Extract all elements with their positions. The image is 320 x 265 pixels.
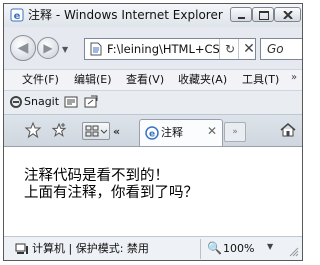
- menu-favorites[interactable]: 收藏夹(A): [178, 73, 227, 87]
- menu-file[interactable]: 文件(F): [22, 73, 59, 87]
- zoom-dropdown-icon[interactable]: ▼: [267, 242, 273, 251]
- content-text-line-1: 注释代码是看不到的！: [24, 168, 169, 184]
- search-input[interactable]: Go: [260, 38, 302, 60]
- stop-button[interactable]: ✕: [238, 39, 259, 59]
- menu-overflow-icon[interactable]: »: [291, 72, 297, 83]
- snagit-button[interactable]: Snagit: [24, 95, 59, 109]
- snagit-logo-icon: [10, 96, 22, 108]
- svg-text:e: e: [14, 11, 21, 22]
- menu-edit[interactable]: 编辑(E): [74, 73, 112, 87]
- status-divider: [200, 239, 201, 259]
- resize-grip-icon[interactable]: [289, 247, 299, 257]
- maximize-button[interactable]: [252, 7, 274, 22]
- close-button[interactable]: [274, 7, 301, 22]
- maximize-icon: [259, 11, 269, 20]
- svg-text:e: e: [149, 130, 155, 140]
- ie-logo-icon: e: [10, 8, 24, 22]
- browser-window: e 注释 - Windows Internet Explorer ◀ ▶ ▼ F…: [3, 3, 303, 261]
- computer-icon: [15, 243, 28, 254]
- back-arrow-icon: ◀: [17, 40, 29, 56]
- menu-tools[interactable]: 工具(T): [242, 73, 279, 87]
- back-button[interactable]: ◀: [10, 35, 36, 61]
- minimize-button[interactable]: [230, 7, 252, 22]
- refresh-icon: ↻: [224, 42, 236, 56]
- content-text-line-2: 上面有注释，你看到了吗？: [24, 185, 198, 201]
- add-favorite-icon[interactable]: [50, 121, 68, 139]
- close-icon: [283, 11, 293, 19]
- address-input[interactable]: F:\leining\HTML+CSS: [107, 42, 219, 56]
- security-zone-text: 计算机 | 保护模式: 禁用: [32, 242, 149, 255]
- tab-active[interactable]: e 注释 ✕: [139, 119, 223, 147]
- tab-bar: « e 注释 ✕ »: [4, 114, 302, 147]
- minimize-icon: [238, 17, 245, 19]
- tab-list-button[interactable]: «: [113, 125, 120, 138]
- navigation-bar: ◀ ▶ ▼ F:\leining\HTML+CSS ↻ ✕ Go: [4, 27, 302, 69]
- quick-tabs-button[interactable]: [82, 122, 110, 140]
- recent-pages-dropdown-icon[interactable]: ▼: [62, 45, 68, 54]
- ie-page-icon: e: [145, 126, 159, 140]
- tab-close-icon[interactable]: ✕: [207, 124, 217, 138]
- snagit-editor-icon[interactable]: [84, 95, 98, 109]
- refresh-button[interactable]: ↻: [219, 39, 240, 59]
- forward-button[interactable]: ▶: [37, 37, 59, 59]
- menu-bar: 文件(F) 编辑(E) 查看(V) 收藏夹(A) 工具(T) »: [4, 69, 302, 90]
- address-bar[interactable]: F:\leining\HTML+CSS ↻ ✕: [84, 38, 256, 60]
- home-icon[interactable]: [279, 121, 297, 139]
- window-title: 注释 - Windows Internet Explorer: [28, 8, 223, 22]
- menu-view[interactable]: 查看(V): [126, 73, 164, 87]
- stop-icon: ✕: [243, 41, 255, 57]
- favorites-star-icon[interactable]: [24, 121, 42, 139]
- new-tab-button[interactable]: »: [224, 122, 246, 142]
- tab-label: 注释: [161, 126, 183, 139]
- quick-tabs-icon: [85, 125, 108, 137]
- forward-arrow-icon: ▶: [43, 41, 53, 55]
- page-content: 注释代码是看不到的！ 上面有注释，你看到了吗？: [4, 146, 302, 237]
- snagit-toolbar: Snagit: [4, 90, 302, 114]
- zoom-level[interactable]: 100%: [223, 242, 254, 256]
- page-icon: [90, 42, 102, 56]
- title-bar: e 注释 - Windows Internet Explorer: [4, 4, 302, 27]
- zoom-icon[interactable]: 🔍: [207, 241, 222, 255]
- status-bar: 计算机 | 保护模式: 禁用 🔍 100% ▼: [4, 236, 302, 260]
- snagit-capture-icon[interactable]: [64, 95, 78, 109]
